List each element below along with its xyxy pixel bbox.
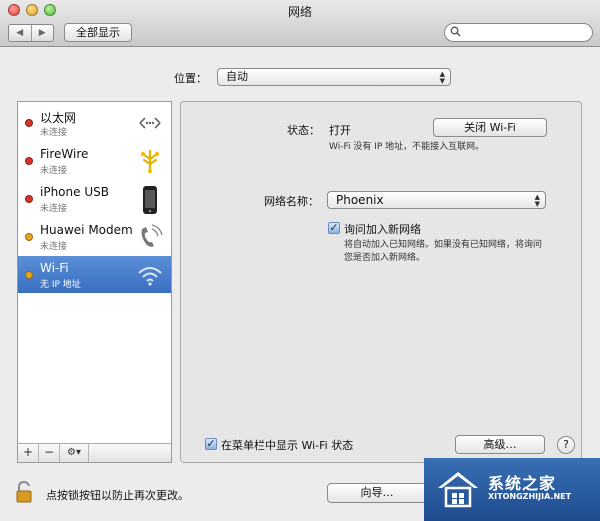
service-status: 未连接: [40, 204, 68, 214]
service-name: iPhone USB: [40, 185, 109, 199]
ask-join-checkbox[interactable]: ✓: [328, 222, 340, 234]
ethernet-icon: [137, 109, 163, 137]
show-menubar-label: 在菜单栏中显示 Wi-Fi 状态: [221, 439, 354, 452]
gear-menu-button[interactable]: ⚙▾: [60, 444, 89, 462]
network-name-value: Phoenix: [336, 193, 384, 207]
add-service-button[interactable]: +: [18, 444, 39, 462]
service-list: 以太网 未连接 FireWire 未连接 iPhone USB 未连接 Huaw…: [17, 101, 172, 463]
back-forward-control: ◀ ▶: [8, 24, 54, 42]
watermark-url: XITONGZHIJIA.NET: [488, 492, 572, 501]
status-dot-icon: [25, 119, 33, 127]
back-arrow-icon[interactable]: ◀: [9, 25, 31, 41]
network-preferences-window: 网络 ◀ ▶ 全部显示 位置： 自动 ▲ ▼ 以太网 未连接 FireWire …: [0, 0, 600, 521]
service-status: 未连接: [40, 242, 68, 252]
wifi-icon: [137, 261, 163, 289]
location-value: 自动: [226, 70, 248, 83]
modem-icon: [137, 223, 163, 251]
status-dot-icon: [25, 157, 33, 165]
ask-join-description-line1: 将自动加入已知网络。如果没有已知网络，将询问: [344, 240, 543, 250]
service-item-ethernet[interactable]: 以太网 未连接: [18, 104, 171, 141]
titlebar: 网络 ◀ ▶ 全部显示: [0, 0, 600, 47]
show-all-button[interactable]: 全部显示: [64, 23, 132, 42]
network-name-label: 网络名称：: [264, 195, 319, 208]
service-item-firewire[interactable]: FireWire 未连接: [18, 142, 171, 179]
service-name: Wi-Fi: [40, 261, 69, 275]
select-arrows-icon: ▲ ▼: [439, 70, 445, 85]
network-name-select[interactable]: Phoenix ▲ ▼: [327, 191, 546, 209]
service-list-toolbar: + − ⚙▾: [18, 443, 171, 462]
advanced-button[interactable]: 高级…: [455, 435, 545, 454]
forward-arrow-icon[interactable]: ▶: [30, 25, 54, 41]
watermark-logo-icon: [438, 472, 478, 508]
watermark-title: 系统之家: [488, 474, 557, 493]
window-title: 网络: [287, 5, 312, 19]
status-dot-icon: [25, 233, 33, 241]
location-select[interactable]: 自动 ▲ ▼: [217, 68, 451, 86]
status-dot-icon: [25, 271, 33, 279]
service-item-iphone-usb[interactable]: iPhone USB 未连接: [18, 180, 171, 217]
search-icon: [450, 26, 461, 40]
iphone-icon: [137, 185, 163, 214]
status-label: 状态：: [287, 124, 320, 137]
service-name: FireWire: [40, 147, 89, 161]
firewire-icon: [137, 147, 163, 175]
lock-description: 点按锁按钮以防止再次更改。: [46, 489, 189, 502]
show-menubar-checkbox[interactable]: ✓: [205, 438, 217, 450]
status-description: Wi-Fi 没有 IP 地址，不能接入互联网。: [329, 142, 485, 152]
service-item-wifi[interactable]: Wi-Fi 无 IP 地址: [18, 256, 171, 293]
service-status: 无 IP 地址: [40, 280, 81, 290]
remove-service-button[interactable]: −: [39, 444, 60, 462]
ask-join-description-line2: 您是否加入新网络。: [344, 253, 426, 263]
service-status: 未连接: [40, 166, 68, 176]
status-value: 打开: [329, 124, 351, 137]
location-label: 位置：: [174, 72, 207, 85]
service-status: 未连接: [40, 128, 68, 138]
select-arrows-icon: ▲ ▼: [534, 193, 540, 208]
search-field[interactable]: [444, 23, 593, 42]
help-button[interactable]: ?: [557, 436, 575, 454]
lock-icon[interactable]: [15, 480, 35, 503]
wifi-settings-panel: 状态： 打开 关闭 Wi-Fi Wi-Fi 没有 IP 地址，不能接入互联网。 …: [180, 101, 582, 463]
status-dot-icon: [25, 195, 33, 203]
ask-join-label: 询问加入新网络: [344, 223, 421, 236]
service-item-huawei-modem[interactable]: Huawei Modem 未连接: [18, 218, 171, 255]
site-watermark: 系统之家 XITONGZHIJIA.NET: [424, 458, 600, 521]
assistant-button[interactable]: 向导…: [327, 483, 427, 503]
turn-off-wifi-button[interactable]: 关闭 Wi-Fi: [433, 118, 547, 137]
service-name: 以太网: [40, 111, 77, 125]
service-name: Huawei Modem: [40, 223, 133, 237]
